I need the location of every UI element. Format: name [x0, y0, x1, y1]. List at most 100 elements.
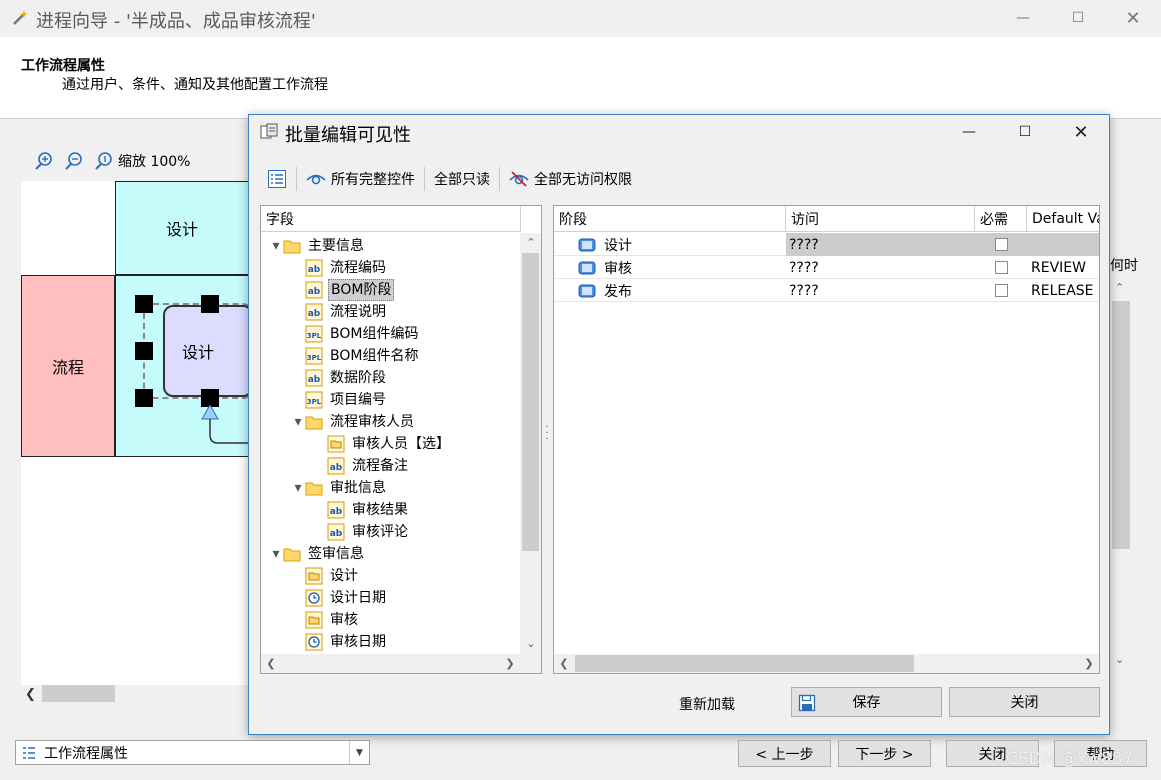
grid-scroll-thumb[interactable] [575, 655, 914, 672]
stage-cell[interactable]: 发布 [554, 279, 786, 302]
next-step-button[interactable]: 下一步 > [838, 740, 931, 767]
workflow-node-design[interactable]: 设计 [163, 305, 253, 397]
grid-row[interactable]: 审核???? REVIEW [554, 256, 1099, 279]
tree-item[interactable]: 审核日期 [291, 631, 388, 653]
tree-item[interactable]: ab 流程编码 [291, 257, 388, 279]
tree-item-label: 数据阶段 [330, 370, 386, 386]
access-cell[interactable]: ???? [786, 279, 975, 302]
tree-item[interactable]: 3PL 项目编号 [291, 389, 388, 411]
tree-vertical-scrollbar[interactable]: ⌃ ⌄ [520, 233, 541, 654]
required-cell[interactable] [975, 256, 1027, 279]
resize-handle[interactable] [135, 295, 153, 313]
scroll-down-arrow-icon[interactable]: ⌄ [1115, 653, 1124, 666]
tree-item[interactable]: 设计 [291, 565, 360, 587]
outer-vertical-scrollbar[interactable]: ⌃ ⌄ [1111, 279, 1131, 671]
access-column-header[interactable]: 访问 [786, 206, 975, 232]
resize-handle[interactable] [135, 342, 153, 360]
default-value-column-header[interactable]: Default Va [1027, 206, 1099, 232]
resize-handle[interactable] [201, 295, 219, 313]
outer-minimize-button[interactable]: — [1000, 3, 1046, 33]
tree-item-label: 设计 [330, 568, 358, 584]
tree-item[interactable]: ▲ 审批信息 [291, 477, 388, 499]
reload-link[interactable]: 重新加载 [679, 694, 735, 714]
scroll-right-arrow-icon[interactable]: ❯ [1080, 654, 1098, 672]
tree-item[interactable]: ab 流程备注 [313, 455, 410, 477]
outer-maximize-button[interactable]: ☐ [1055, 3, 1101, 33]
required-checkbox[interactable] [994, 238, 1008, 251]
panel-splitter[interactable]: · · · [543, 423, 551, 445]
svg-text:ab: ab [308, 287, 321, 297]
default-value-cell[interactable] [1027, 233, 1099, 256]
tree-scroll-thumb[interactable] [522, 253, 539, 551]
scroll-left-arrow-icon[interactable]: ❮ [555, 654, 573, 672]
outer-close-button[interactable]: ✕ [1110, 3, 1156, 33]
dialog-maximize-button[interactable]: ☐ [1002, 117, 1048, 147]
tree-item[interactable]: 审核人员【选】 [313, 433, 452, 455]
all-no-access-button[interactable]: 全部无访问权限 [503, 165, 638, 193]
required-column-header[interactable]: 必需 [975, 206, 1027, 232]
view-list-button[interactable] [261, 165, 293, 193]
grid-row[interactable]: 设计???? [554, 233, 1099, 256]
tree-item[interactable]: 设计日期 [291, 587, 388, 609]
grid-horizontal-scrollbar[interactable]: ❮ ❯ [554, 654, 1099, 673]
svg-text:ab: ab [330, 507, 343, 517]
chevron-down-icon[interactable]: ▼ [349, 741, 369, 764]
expand-toggle-icon[interactable]: ▲ [291, 483, 305, 493]
tree-horizontal-scrollbar[interactable]: ❮ ❯ [261, 654, 541, 673]
page-selector-dropdown[interactable]: 工作流程属性 ▼ [15, 740, 370, 765]
lookup-field-icon: 3PL [305, 347, 328, 365]
dialog-close-x-button[interactable]: ✕ [1058, 117, 1104, 147]
stage-column-header[interactable]: 阶段 [554, 206, 786, 232]
scroll-right-arrow-icon[interactable]: ❯ [501, 654, 519, 672]
scroll-up-arrow-icon[interactable]: ⌃ [1115, 281, 1124, 294]
zoom-reset-icon[interactable] [94, 151, 114, 171]
scroll-left-arrow-icon[interactable]: ❮ [262, 654, 280, 672]
canvas-scroll-thumb[interactable] [42, 685, 115, 702]
required-cell[interactable] [975, 233, 1027, 256]
tree-item[interactable]: 3PL BOM组件编码 [291, 323, 420, 345]
tree-item[interactable]: ab 审核结果 [313, 499, 410, 521]
previous-step-button[interactable]: < 上一步 [738, 740, 831, 767]
scroll-left-arrow-icon[interactable]: ❮ [25, 687, 36, 702]
required-column-label: 必需 [980, 212, 1008, 228]
dialog-minimize-button[interactable]: — [946, 117, 992, 147]
grid-row[interactable]: 发布???? RELEASE [554, 279, 1099, 302]
tree-item[interactable]: ab BOM阶段 [291, 279, 395, 301]
resize-handle[interactable] [135, 389, 153, 407]
tree-item[interactable]: ab 流程说明 [291, 301, 388, 323]
canvas-horizontal-scrollbar[interactable]: ❮ [21, 685, 249, 703]
zoom-in-icon[interactable] [34, 151, 54, 171]
field-column-header[interactable]: 字段 [261, 206, 521, 232]
required-checkbox[interactable] [994, 261, 1008, 274]
stage-cell[interactable]: 设计 [554, 233, 786, 256]
dialog-close-button[interactable]: 关闭 [949, 687, 1100, 717]
zoom-out-icon[interactable] [64, 151, 84, 171]
access-cell[interactable]: ???? [786, 256, 975, 279]
access-cell[interactable]: ???? [786, 233, 975, 256]
workflow-canvas[interactable]: 设计 流程 设计 [21, 181, 253, 685]
default-value-cell[interactable]: RELEASE [1027, 279, 1099, 302]
tree-item-label: 审核日期 [330, 634, 386, 650]
all-full-controls-button[interactable]: 所有完整控件 [300, 165, 421, 193]
tree-item[interactable]: ▲ 签审信息 [269, 543, 366, 565]
expand-toggle-icon[interactable]: ▲ [269, 549, 283, 559]
save-button[interactable]: 保存 [791, 687, 942, 717]
tree-item[interactable]: ab 数据阶段 [291, 367, 388, 389]
tree-item[interactable]: 审核 [291, 609, 360, 631]
required-checkbox[interactable] [994, 284, 1008, 297]
expand-toggle-icon[interactable]: ▲ [291, 417, 305, 427]
tree-item[interactable]: 3PL BOM组件名称 [291, 345, 420, 367]
expand-toggle-icon[interactable]: ▲ [269, 241, 283, 251]
scroll-up-arrow-icon[interactable]: ⌃ [522, 233, 540, 251]
tree-item[interactable]: ▲ 主要信息 [269, 235, 366, 257]
swimlane-process[interactable]: 流程 [21, 275, 115, 457]
tree-item[interactable]: ab 审核评论 [313, 521, 410, 543]
tree-item[interactable]: ▲ 流程审核人员 [291, 411, 416, 433]
default-value-cell[interactable]: REVIEW [1027, 256, 1099, 279]
stage-cell[interactable]: 审核 [554, 256, 786, 279]
phase-header-design[interactable]: 设计 [115, 181, 249, 275]
all-readonly-button[interactable]: 全部只读 [428, 165, 496, 193]
scroll-down-arrow-icon[interactable]: ⌄ [522, 634, 540, 652]
required-cell[interactable] [975, 279, 1027, 302]
outer-scroll-thumb[interactable] [1112, 301, 1130, 549]
